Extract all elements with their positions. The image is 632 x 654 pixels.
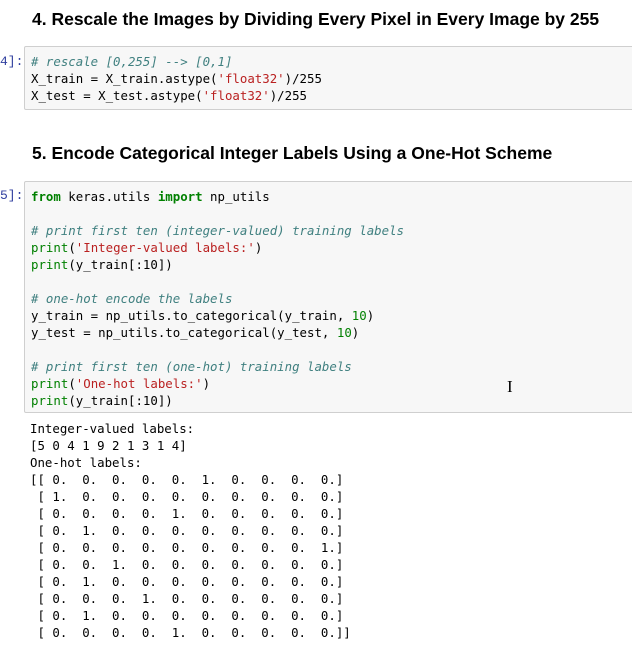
code-string: 'float32' [202, 88, 270, 103]
code-text: )/255 [269, 88, 308, 103]
code-text: y_train = np_utils.to_categorical(y_trai… [31, 308, 352, 323]
code-text: y_test = np_utils.to_categorical(y_test, [31, 325, 337, 340]
code-builtin: print [31, 376, 69, 391]
code-keyword: from [31, 189, 61, 204]
code-comment: # print first ten (one-hot) training lab… [31, 359, 352, 374]
cell-prompt-4: 4]: [0, 54, 24, 69]
code-string: 'One-hot labels:' [75, 376, 203, 391]
code-builtin: print [31, 257, 69, 272]
code-text: )/255 [284, 71, 322, 86]
code-text: (y_train[:10]) [68, 393, 173, 408]
cell-output: Integer-valued labels: [5 0 4 1 9 2 1 3 … [30, 421, 351, 640]
cell-prompt-5: 5]: [0, 188, 24, 203]
code-comment: # rescale [0,255] --> [0,1] [31, 54, 233, 69]
code-text: (y_train[:10]) [68, 257, 173, 272]
code-number: 10 [351, 308, 367, 323]
code-cell-encode[interactable]: from keras.utils import np_utils # print… [24, 181, 632, 413]
code-builtin: print [31, 240, 69, 255]
code-text: np_utils [202, 189, 270, 204]
code-string: 'Integer-valued labels:' [75, 240, 255, 255]
code-keyword: import [157, 189, 203, 204]
code-editor-rescale[interactable]: # rescale [0,255] --> [0,1] X_train = X_… [25, 47, 632, 104]
code-builtin: print [31, 393, 69, 408]
code-text: X_train = X_train.astype( [31, 71, 218, 86]
text-cursor-icon: I [507, 377, 513, 396]
section-heading-one-hot: 5. Encode Categorical Integer Labels Usi… [32, 143, 553, 163]
code-cell-rescale[interactable]: # rescale [0,255] --> [0,1] X_train = X_… [24, 46, 632, 110]
code-comment: # print first ten (integer-valued) train… [31, 223, 404, 238]
code-string: 'float32' [217, 71, 285, 86]
code-editor-encode[interactable]: from keras.utils import np_utils # print… [25, 182, 632, 409]
code-number: 10 [336, 325, 352, 340]
code-text: keras.utils [60, 189, 158, 204]
section-heading-rescale: 4. Rescale the Images by Dividing Every … [32, 9, 600, 29]
code-comment: # one-hot encode the labels [31, 291, 233, 306]
code-text: X_test = X_test.astype( [31, 88, 203, 103]
